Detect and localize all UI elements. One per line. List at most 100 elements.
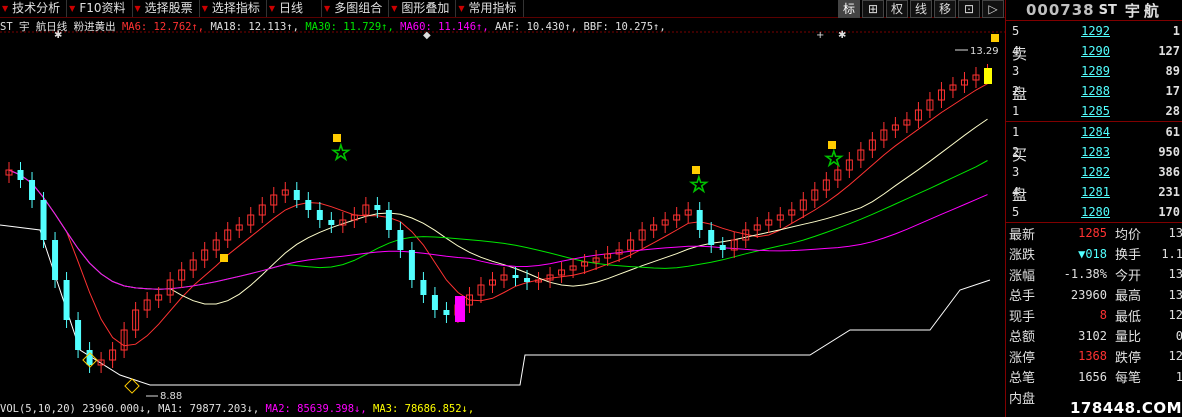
candle-body xyxy=(328,220,335,225)
tool-rights-button[interactable]: 权 xyxy=(886,0,908,18)
buy-row[interactable]: 5 1280 170 xyxy=(1006,202,1182,222)
dropdown-arrow-icon: ▼ xyxy=(2,4,9,13)
stat-value: 12 xyxy=(1168,308,1182,323)
sell-row[interactable]: 2 1288 17 xyxy=(1006,81,1182,101)
stat-label: 总笔 xyxy=(1009,371,1036,387)
buy-row[interactable]: 3 1282 386 xyxy=(1006,162,1182,182)
tool-mark-button[interactable]: 标 xyxy=(838,0,860,18)
stat-row: 涨停 1368 跌停 12 xyxy=(1006,346,1182,367)
sell-row[interactable]: 5 1292 1 xyxy=(1006,21,1182,41)
stat-row: 总笔 1656 每笔 1 xyxy=(1006,367,1182,388)
signal-star-icon: ☆ xyxy=(824,147,844,172)
stat-value: 1.1 xyxy=(1161,246,1182,261)
stat-label: 今开 xyxy=(1115,268,1142,284)
stat-label: 现手 xyxy=(1009,309,1036,325)
tool-grid-button[interactable]: ⊞ xyxy=(862,0,884,18)
signal-star-icon: ☆ xyxy=(689,173,709,198)
sell-price[interactable]: 1292 xyxy=(1058,24,1110,38)
stat-label: 最高 xyxy=(1115,289,1142,305)
tool-window-button[interactable]: ⊡ xyxy=(958,0,980,18)
sell-row[interactable]: 1 1285 28 xyxy=(1006,101,1182,121)
tool-line-button[interactable]: 线 xyxy=(910,0,932,18)
buy-price[interactable]: 1281 xyxy=(1058,185,1110,199)
stat-label: 最低 xyxy=(1115,309,1142,325)
stat-value: ▼018 xyxy=(1078,246,1107,261)
stat-value: -1.38% xyxy=(1063,267,1107,282)
high-price-label: 13.29 xyxy=(970,46,999,57)
dropdown-arrow-icon: ▼ xyxy=(201,4,208,13)
stat-label: 涨跌 xyxy=(1009,248,1036,264)
candle-body xyxy=(719,245,726,250)
stat-label: 涨停 xyxy=(1009,350,1036,366)
stock-code: 000738 xyxy=(1026,1,1095,19)
volume-label: VOL(5,10,20) xyxy=(0,403,76,415)
stat-row: 总手 23960 最高 13 xyxy=(1006,285,1182,306)
stock-header: 000738 ST 宇航 xyxy=(1006,0,1182,20)
stat-row: 最新 1285 均价 13 xyxy=(1006,223,1182,244)
channel-line xyxy=(0,224,991,386)
menu-item-multi-chart[interactable]: ▼ 多图组合 xyxy=(322,0,390,17)
stock-name: 宇航 xyxy=(1124,1,1163,20)
stat-label: 涨幅 xyxy=(1009,268,1036,284)
sell-price[interactable]: 1285 xyxy=(1058,104,1110,118)
stat-row: 现手 8 最低 12 xyxy=(1006,305,1182,326)
menu-item-overlay[interactable]: ▼ 图形叠加 xyxy=(389,0,457,17)
sell-row[interactable]: 4 1290 127 xyxy=(1006,41,1182,61)
stat-label: 每笔 xyxy=(1115,371,1142,387)
stat-value: 12 xyxy=(1168,349,1182,364)
candle-body xyxy=(708,230,715,245)
candle-body xyxy=(293,190,300,200)
marker-star-icon: ✱ xyxy=(838,30,846,41)
volume-ma2: MA2: 85639.398↓, xyxy=(265,403,367,415)
stat-value: 1368 xyxy=(1078,349,1107,364)
marker-star-icon: ✱ xyxy=(54,30,62,41)
sell-level: 3 xyxy=(1012,64,1020,78)
buy-row[interactable]: 1 1284 61 xyxy=(1006,122,1182,142)
signal-star-icon: ☆ xyxy=(331,141,351,166)
buy-level: 5 xyxy=(1012,205,1020,219)
menu-item-select-indicator[interactable]: ▼ 选择指标 xyxy=(200,0,267,17)
buy-label-bottom: 盘 xyxy=(1012,186,1028,204)
signal-pink-candle xyxy=(455,296,465,322)
menu-item-common-indicators[interactable]: ▼ 常用指标 xyxy=(456,0,524,17)
buy-price[interactable]: 1280 xyxy=(1058,205,1110,219)
dropdown-arrow-icon: ▼ xyxy=(69,4,76,13)
buy-price[interactable]: 1282 xyxy=(1058,165,1110,179)
menu-item-daily[interactable]: ▼ 日线 xyxy=(267,0,323,17)
dropdown-arrow-icon: ▼ xyxy=(134,4,141,13)
buy-volume: 61 xyxy=(1165,125,1180,139)
candle-body xyxy=(75,320,82,350)
stat-row: 总额 3102 量比 0 xyxy=(1006,326,1182,347)
candle-body xyxy=(374,205,381,210)
signal-marker-icon xyxy=(991,34,999,42)
sell-price[interactable]: 1288 xyxy=(1058,84,1110,98)
buy-price[interactable]: 1283 xyxy=(1058,145,1110,159)
stat-value: 8 xyxy=(1099,308,1107,323)
sell-row[interactable]: 3 1289 89 xyxy=(1006,61,1182,81)
stat-label: 换手 xyxy=(1115,248,1142,264)
sell-price[interactable]: 1290 xyxy=(1058,44,1110,58)
menu-item-select-stock[interactable]: ▼ 选择股票 xyxy=(133,0,200,17)
tool-next-button[interactable]: ▷ xyxy=(982,0,1004,18)
stock-st-tag: ST xyxy=(1098,2,1117,18)
dropdown-arrow-icon: ▼ xyxy=(324,4,331,13)
toolbar: 标 ⊞ 权 线 移 ⊡ ▷ xyxy=(838,0,1006,18)
candle-body xyxy=(524,278,531,282)
candlestick-chart[interactable]: ✱ ◆ + ✱ ☆ ☆ ☆ 13.29 8.88 xyxy=(0,30,1005,402)
buy-price[interactable]: 1284 xyxy=(1058,125,1110,139)
volume-ma1: MA1: 79877.203↓, xyxy=(158,403,260,415)
signal-marker-icon xyxy=(220,254,228,262)
menu-item-tech-analysis[interactable]: ▼ 技术分析 xyxy=(0,0,68,17)
candle-body xyxy=(385,210,392,230)
buy-row[interactable]: 4 1281 231 xyxy=(1006,182,1182,202)
stat-label: 总手 xyxy=(1009,289,1036,305)
buy-level: 1 xyxy=(1012,125,1020,139)
stat-value: 1656 xyxy=(1078,369,1107,384)
tool-move-button[interactable]: 移 xyxy=(934,0,956,18)
sell-price[interactable]: 1289 xyxy=(1058,64,1110,78)
indicator-lines xyxy=(0,83,991,386)
watermark: 178448.COM xyxy=(1070,399,1182,417)
buy-row[interactable]: 2 1283 950 xyxy=(1006,142,1182,162)
menu-item-f10[interactable]: ▼ F10资料 xyxy=(67,0,133,17)
dropdown-arrow-icon: ▼ xyxy=(458,4,465,13)
